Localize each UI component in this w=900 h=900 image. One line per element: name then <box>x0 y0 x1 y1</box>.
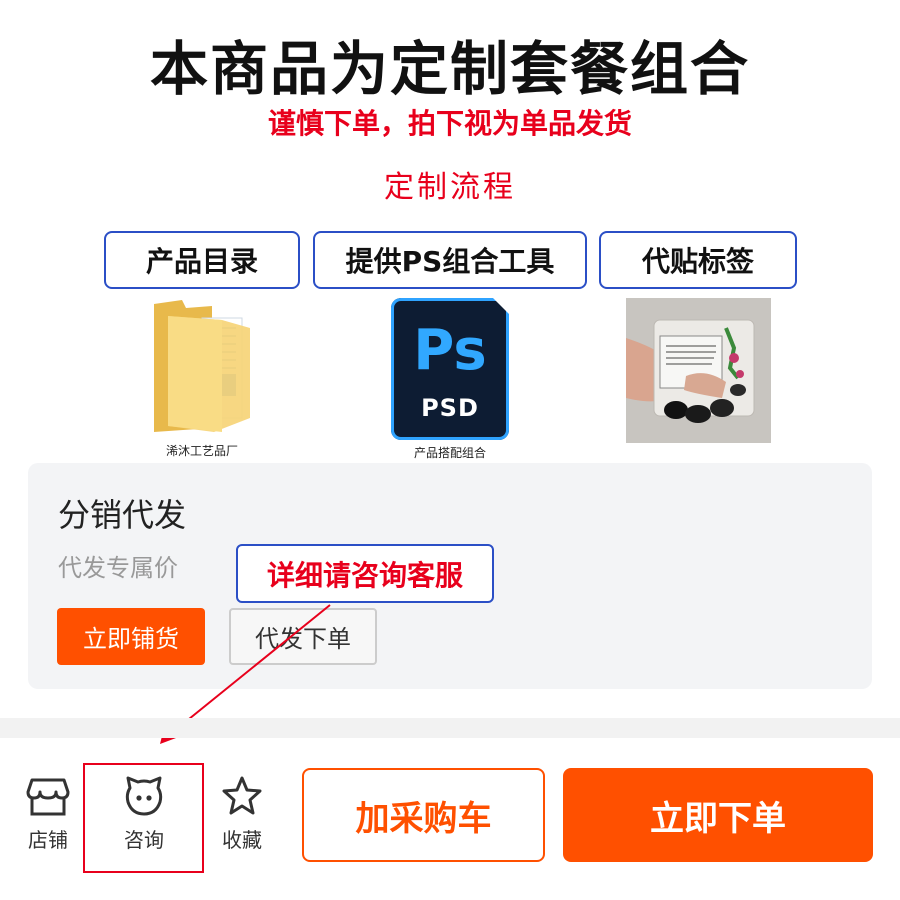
star-icon <box>210 774 274 818</box>
buy-now-button[interactable]: 立即下单 <box>563 768 873 862</box>
add-to-cart-button[interactable]: 加采购车 <box>302 768 545 862</box>
nav-favorite-label: 收藏 <box>222 828 262 852</box>
consult-highlight-box <box>83 763 204 873</box>
nav-favorite[interactable]: 收藏 <box>210 774 274 853</box>
store-icon <box>16 774 80 818</box>
nav-store[interactable]: 店铺 <box>16 774 80 853</box>
nav-store-label: 店铺 <box>28 828 68 852</box>
section-divider <box>0 718 900 738</box>
